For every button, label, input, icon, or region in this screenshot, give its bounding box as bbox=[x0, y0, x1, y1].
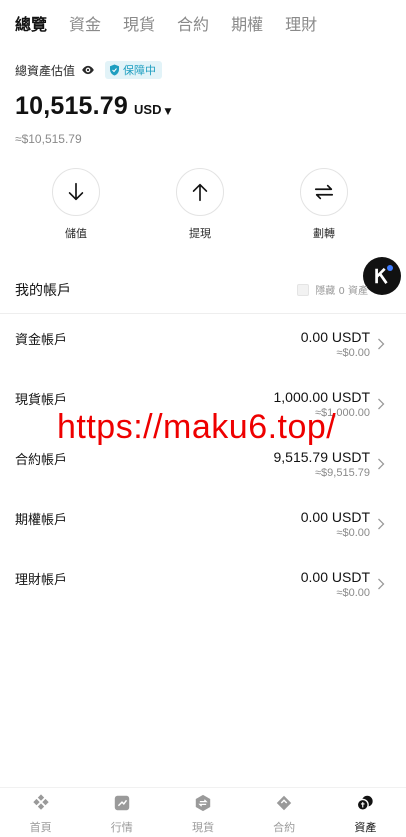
tab-earn[interactable]: 理財 bbox=[285, 14, 317, 38]
accounts-header: 我的帳戶 隱藏 0 資產 bbox=[15, 280, 406, 300]
estimate-label: 總資產估值 bbox=[15, 63, 76, 78]
account-list: 資金帳戶 0.00 USDT ≈$0.00 現貨帳戶 1,000.00 USDT… bbox=[0, 328, 406, 628]
deposit-button[interactable]: 儲值 bbox=[46, 168, 106, 241]
currency-selector[interactable]: USD bbox=[134, 102, 161, 117]
account-name: 理財帳戶 bbox=[15, 573, 68, 588]
tab-funding[interactable]: 資金 bbox=[69, 14, 101, 38]
spot-icon bbox=[195, 794, 211, 812]
account-amount: 9,515.79 USDT bbox=[273, 449, 371, 465]
futures-icon bbox=[276, 795, 292, 811]
account-usd: ≈$9,515.79 bbox=[315, 467, 370, 479]
tab-options[interactable]: 期權 bbox=[231, 14, 263, 38]
account-row-options[interactable]: 期權帳戶 0.00 USDT ≈$0.00 bbox=[0, 508, 406, 568]
quick-actions: 儲值 提現 劃轉 bbox=[0, 168, 406, 244]
account-amount: 0.00 USDT bbox=[300, 329, 370, 345]
account-amount: 0.00 USDT bbox=[300, 509, 370, 525]
asset-tabs: 總覽 資金 現貨 合約 期權 理財 bbox=[15, 14, 406, 38]
account-name: 期權帳戶 bbox=[15, 513, 68, 528]
chevron-right-icon bbox=[378, 338, 385, 350]
account-name: 合約帳戶 bbox=[15, 453, 68, 468]
chevron-right-icon bbox=[378, 458, 385, 470]
account-amount: 1,000.00 USDT bbox=[273, 389, 371, 405]
account-usd: ≈$0.00 bbox=[336, 587, 370, 599]
total-balance: 10,515.79 bbox=[15, 92, 129, 120]
hide-small-label: 隱藏 0 資產 bbox=[315, 286, 368, 297]
withdraw-button[interactable]: 提現 bbox=[170, 168, 230, 241]
nav-futures-label: 合約 bbox=[273, 821, 296, 834]
market-icon bbox=[114, 795, 129, 811]
transfer-label: 劃轉 bbox=[313, 227, 335, 240]
nav-home[interactable]: 首頁 bbox=[0, 788, 81, 837]
protection-badge[interactable]: 保障中 bbox=[105, 61, 163, 79]
eye-icon[interactable] bbox=[81, 63, 95, 77]
assets-icon bbox=[357, 795, 373, 811]
hide-small-checkbox[interactable] bbox=[297, 283, 310, 296]
account-row-funding[interactable]: 資金帳戶 0.00 USDT ≈$0.00 bbox=[0, 328, 406, 388]
nav-market-label: 行情 bbox=[110, 821, 133, 834]
balance-approx: ≈$10,515.79 bbox=[15, 132, 82, 146]
nav-assets-label: 資產 bbox=[354, 821, 377, 834]
caret-down-icon[interactable]: ▼ bbox=[164, 107, 171, 117]
hide-small-toggle[interactable]: 隱藏 0 資產 bbox=[297, 282, 368, 297]
bottom-nav: 首頁 行情 現貨 合約 資產 bbox=[0, 787, 406, 837]
account-amount: 0.00 USDT bbox=[300, 569, 370, 585]
nav-spot[interactable]: 現貨 bbox=[162, 788, 243, 837]
chevron-right-icon bbox=[378, 578, 385, 590]
url-watermark: https://maku6.top/ bbox=[57, 408, 337, 446]
nav-assets[interactable]: 資產 bbox=[325, 788, 406, 837]
balance-row: 10,515.79 USD ▼ bbox=[15, 92, 171, 121]
tab-spot[interactable]: 現貨 bbox=[123, 14, 155, 38]
transfer-button[interactable]: 劃轉 bbox=[294, 168, 354, 241]
estimate-row: 總資產估值 保障中 bbox=[15, 61, 163, 79]
arrow-up-icon bbox=[176, 168, 224, 216]
divider bbox=[0, 313, 406, 314]
account-name: 資金帳戶 bbox=[15, 333, 68, 348]
nav-market[interactable]: 行情 bbox=[81, 788, 162, 837]
withdraw-label: 提現 bbox=[189, 227, 211, 240]
account-usd: ≈$0.00 bbox=[336, 347, 370, 359]
arrow-down-icon bbox=[52, 168, 100, 216]
account-row-earn[interactable]: 理財帳戶 0.00 USDT ≈$0.00 bbox=[0, 568, 406, 628]
transfer-icon bbox=[300, 168, 348, 216]
chevron-right-icon bbox=[378, 518, 385, 530]
deposit-label: 儲值 bbox=[65, 227, 87, 240]
shield-icon bbox=[109, 64, 120, 76]
account-row-futures[interactable]: 合約帳戶 9,515.79 USDT ≈$9,515.79 bbox=[0, 448, 406, 508]
chevron-right-icon bbox=[378, 398, 385, 410]
notification-dot bbox=[387, 265, 393, 271]
accounts-title: 我的帳戶 bbox=[15, 283, 71, 299]
nav-spot-label: 現貨 bbox=[191, 821, 214, 834]
home-icon bbox=[32, 794, 49, 810]
protection-label: 保障中 bbox=[123, 64, 157, 77]
account-usd: ≈$0.00 bbox=[336, 527, 370, 539]
account-name: 現貨帳戶 bbox=[15, 393, 68, 408]
nav-futures[interactable]: 合約 bbox=[244, 788, 325, 837]
tab-futures[interactable]: 合約 bbox=[177, 14, 209, 38]
tab-overview[interactable]: 總覽 bbox=[15, 14, 47, 38]
nav-home-label: 首頁 bbox=[29, 821, 52, 834]
